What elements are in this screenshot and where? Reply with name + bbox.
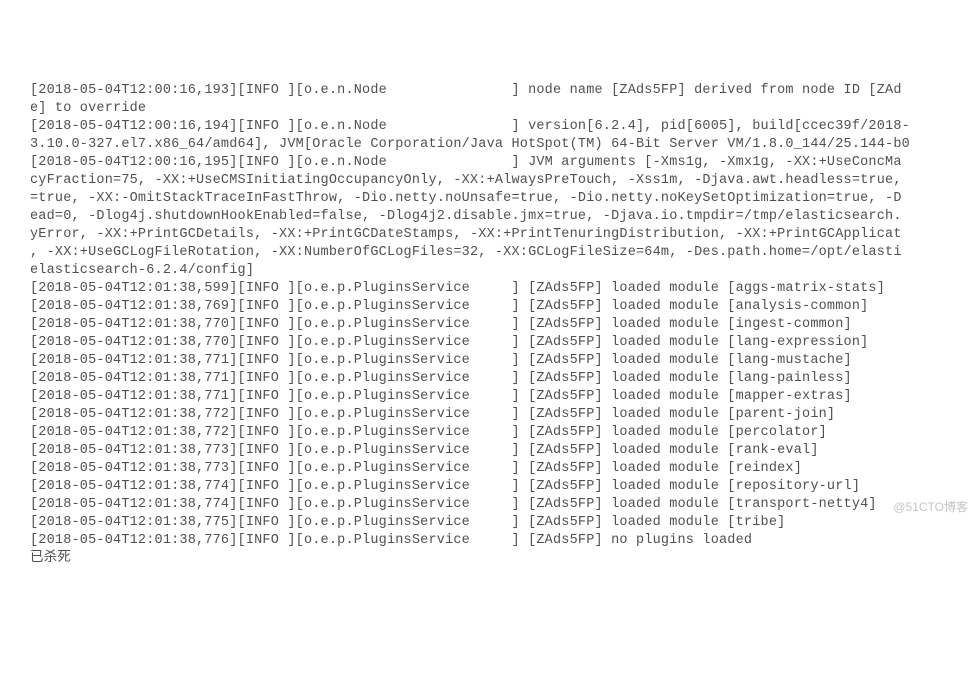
watermark-text: @51CTO博客 [893, 498, 968, 516]
log-line: [2018-05-04T12:00:16,193][INFO ][o.e.n.N… [30, 82, 976, 100]
log-line: [2018-05-04T12:01:38,771][INFO ][o.e.p.P… [30, 352, 976, 370]
log-line: elasticsearch-6.2.4/config] [30, 262, 976, 280]
log-line: [2018-05-04T12:01:38,599][INFO ][o.e.p.P… [30, 280, 976, 298]
log-line: yError, -XX:+PrintGCDetails, -XX:+PrintG… [30, 226, 976, 244]
log-line: 已杀死 [30, 550, 976, 568]
log-line: [2018-05-04T12:01:38,772][INFO ][o.e.p.P… [30, 424, 976, 442]
log-line: [2018-05-04T12:01:38,769][INFO ][o.e.p.P… [30, 298, 976, 316]
log-line: , -XX:+UseGCLogFileRotation, -XX:NumberO… [30, 244, 976, 262]
log-line: cyFraction=75, -XX:+UseCMSInitiatingOccu… [30, 172, 976, 190]
log-line: 3.10.0-327.el7.x86_64/amd64], JVM[Oracle… [30, 136, 976, 154]
log-line: e] to override [30, 100, 976, 118]
log-line: [2018-05-04T12:01:38,773][INFO ][o.e.p.P… [30, 460, 976, 478]
log-line: [2018-05-04T12:01:38,774][INFO ][o.e.p.P… [30, 496, 976, 514]
log-line: [2018-05-04T12:01:38,772][INFO ][o.e.p.P… [30, 406, 976, 424]
log-line: [2018-05-04T12:01:38,773][INFO ][o.e.p.P… [30, 442, 976, 460]
log-line: [2018-05-04T12:01:38,776][INFO ][o.e.p.P… [30, 532, 976, 550]
log-line: =true, -XX:-OmitStackTraceInFastThrow, -… [30, 190, 976, 208]
log-line: [2018-05-04T12:01:38,771][INFO ][o.e.p.P… [30, 370, 976, 388]
log-line: [2018-05-04T12:01:38,771][INFO ][o.e.p.P… [30, 388, 976, 406]
log-line: [2018-05-04T12:01:38,770][INFO ][o.e.p.P… [30, 316, 976, 334]
log-line: [2018-05-04T12:00:16,195][INFO ][o.e.n.N… [30, 154, 976, 172]
log-line: [2018-05-04T12:01:38,775][INFO ][o.e.p.P… [30, 514, 976, 532]
log-line: [2018-05-04T12:01:38,774][INFO ][o.e.p.P… [30, 478, 976, 496]
log-line: [2018-05-04T12:00:16,194][INFO ][o.e.n.N… [30, 118, 976, 136]
log-output: [2018-05-04T12:00:16,193][INFO ][o.e.n.N… [30, 82, 976, 568]
log-line: [2018-05-04T12:01:38,770][INFO ][o.e.p.P… [30, 334, 976, 352]
log-line: ead=0, -Dlog4j.shutdownHookEnabled=false… [30, 208, 976, 226]
